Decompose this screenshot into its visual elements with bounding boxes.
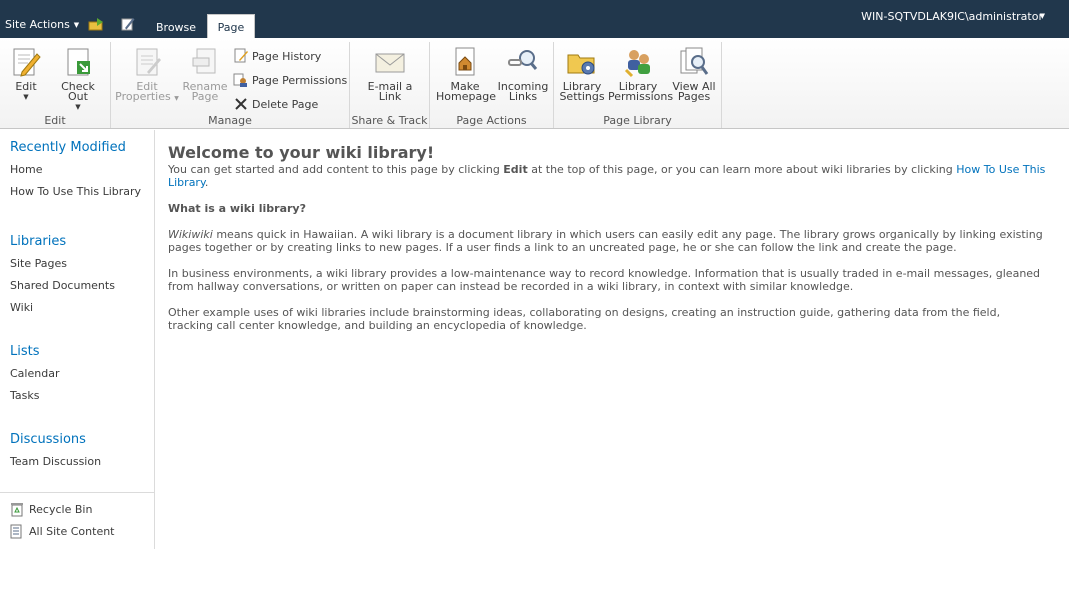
nav-item-all-site-content[interactable]: All Site Content [10,524,115,539]
tab-browse[interactable]: Browse [147,18,205,38]
page-permissions-icon [233,73,247,87]
properties-icon [136,48,161,76]
intro-text-b: at the top of this page, or you can lear… [527,163,957,176]
nav-heading-libraries[interactable]: Libraries [10,234,66,249]
incoming-links-icon [508,50,538,70]
homepage-icon [455,47,475,76]
nav-heading-lists[interactable]: Lists [10,344,40,359]
nav-heading-recently-modified[interactable]: Recently Modified [10,140,126,155]
rename-page-button[interactable]: Rename Page [179,46,231,102]
ribbon: Edit ▼ Check Out ▼ Edit Edit Properties … [0,38,1069,129]
delete-page-label: Delete Page [252,97,319,111]
intro-paragraph: You can get started and add content to t… [168,163,1048,189]
nav-item-team-discussion[interactable]: Team Discussion [10,455,101,468]
wikiwiki-term: Wikiwiki [168,228,213,241]
manage-group-label: Manage [208,114,252,127]
edit-properties-button[interactable]: Edit Properties ▼ [115,46,179,104]
nav-item-wiki[interactable]: Wiki [10,301,33,314]
incoming-links-label-2: Links [508,90,538,103]
edit-label: Edit [15,80,37,93]
chevron-down-icon: ▼ [1039,12,1045,20]
edit-icon [13,48,41,77]
recycle-bin-icon [11,503,23,517]
edit-page-icon[interactable] [121,17,135,31]
rename-icon [192,48,216,74]
library-permissions-icon [624,50,650,78]
quick-launch: Recently Modified Home How To Use This L… [0,130,155,549]
email-link-button[interactable]: E-mail a Link [364,46,416,102]
make-homepage-button[interactable]: Make Homepage [436,46,496,103]
page-history-label: Page History [252,49,322,63]
paragraph-3: Other example uses of wiki libraries inc… [168,306,1001,332]
chevron-down-icon: ▼ [73,20,80,29]
edit-properties-label-2: Properties ▼ [115,90,179,103]
ribbon-group-page-library: Library Settings Library Permissions Vie… [554,42,722,128]
share-track-group-label: Share & Track [351,114,428,127]
email-icon [375,53,405,73]
library-settings-icon [567,54,595,75]
make-homepage-label-2: Homepage [436,90,496,103]
email-link-label-2: Link [378,90,402,103]
check-out-icon [67,48,90,76]
ribbon-group-page-actions: Make Homepage Incoming Links Page Action… [430,42,554,128]
check-out-button[interactable]: Check Out ▼ [50,46,106,112]
nav-heading-discussions[interactable]: Discussions [10,432,86,447]
page-title: Welcome to your wiki library! [168,143,435,162]
nav-item-how-to-use[interactable]: How To Use This Library [10,185,141,198]
page-history-button[interactable]: Page History [233,48,321,64]
site-actions-menu[interactable]: Site Actions ▼ [5,18,79,31]
paragraph-2: In business environments, a wiki library… [168,267,1041,293]
nav-item-recycle-bin[interactable]: Recycle Bin [10,502,92,517]
intro-text-end: . [204,176,209,189]
page-permissions-label: Page Permissions [252,73,348,87]
page-content: Welcome to your wiki library! You can ge… [168,143,1048,332]
top-bar: Site Actions ▼ Browse Page WIN-SQTVDLAK9… [0,0,1069,38]
library-settings-button[interactable]: Library Settings [556,46,608,102]
intro-text-bold: Edit [503,163,528,176]
recycle-bin-label: Recycle Bin [29,503,93,516]
nav-item-tasks[interactable]: Tasks [10,389,39,402]
nav-divider [0,492,155,493]
all-site-content-icon [10,524,22,539]
all-site-content-label: All Site Content [29,525,115,538]
library-permissions-button[interactable]: Library Permissions [608,46,674,103]
view-all-pages-icon [680,47,709,75]
page-permissions-button[interactable]: Page Permissions [233,72,347,88]
chevron-down-icon: ▼ [23,93,29,101]
library-permissions-label-2: Permissions [608,90,674,103]
edit-group-label: Edit [44,114,66,127]
rename-page-label-2: Page [191,90,219,103]
page-library-group-label: Page Library [603,114,672,127]
navigate-up-icon[interactable] [88,17,104,31]
nav-item-home[interactable]: Home [10,163,42,176]
nav-item-site-pages[interactable]: Site Pages [10,257,67,270]
ribbon-group-edit: Edit ▼ Check Out ▼ Edit [0,42,111,128]
page-history-icon [234,48,248,63]
section-heading: What is a wiki library? [168,202,306,215]
site-actions-label: Site Actions [5,18,70,31]
check-out-label: Check Out [61,80,95,103]
edit-button[interactable]: Edit ▼ [0,46,52,102]
delete-page-button[interactable]: Delete Page [233,96,318,112]
chevron-down-icon: ▼ [75,103,81,111]
nav-item-shared-documents[interactable]: Shared Documents [10,279,115,292]
paragraph-1-text: means quick in Hawaiian. A wiki library … [168,228,1043,254]
view-all-pages-label-2: Pages [677,90,711,103]
intro-text-a: You can get started and add content to t… [168,163,504,176]
user-menu[interactable]: WIN-SQTVDLAK9IC\administrator [861,10,1043,23]
view-all-pages-button[interactable]: View All Pages [668,46,720,102]
nav-item-calendar[interactable]: Calendar [10,367,59,380]
tab-page[interactable]: Page [207,14,255,38]
ribbon-group-share-track: E-mail a Link Share & Track [350,42,430,128]
delete-icon [235,98,247,110]
page-actions-group-label: Page Actions [456,114,527,127]
incoming-links-button[interactable]: Incoming Links [496,46,550,102]
paragraph-1: Wikiwiki means quick in Hawaiian. A wiki… [168,228,1048,254]
library-settings-label-2: Settings [559,90,605,103]
ribbon-group-manage: Edit Properties ▼ Rename Page Page Histo… [111,42,350,128]
